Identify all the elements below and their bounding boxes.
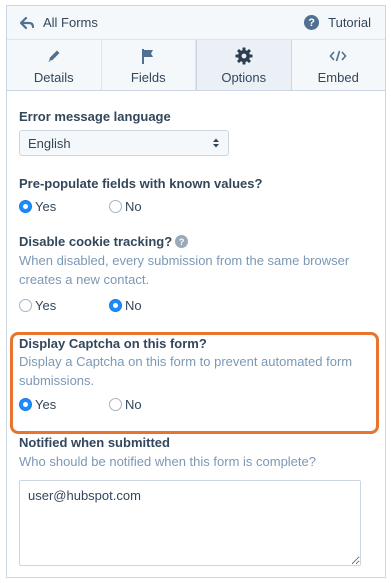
tab-fields-label: Fields	[130, 70, 166, 85]
prepopulate-field: Pre-populate fields with known values? Y…	[19, 176, 373, 214]
tutorial-label: Tutorial	[328, 15, 371, 30]
cookie-yes-label: Yes	[35, 298, 57, 313]
error-language-field: Error message language English	[19, 109, 373, 156]
radio-checked-icon	[19, 398, 32, 411]
captcha-description: Display a Captcha on this form to preven…	[19, 354, 353, 388]
cookie-tracking-label: Disable cookie tracking?	[19, 234, 173, 249]
tab-bar: Details Fields Options Embed	[7, 40, 385, 91]
tab-details-label: Details	[33, 70, 74, 85]
radio-checked-icon	[109, 299, 122, 312]
tab-options[interactable]: Options	[196, 40, 292, 90]
cookie-tracking-label-row: Disable cookie tracking? ?	[19, 234, 373, 249]
notified-description: Who should be notified when this form is…	[19, 454, 316, 469]
notified-recipients-textarea[interactable]: user@hubspot.com	[19, 480, 361, 566]
all-forms-back-link[interactable]: All Forms	[19, 15, 98, 30]
prepopulate-radio-group: Yes No	[19, 199, 373, 214]
flag-icon	[139, 47, 157, 65]
radio-unchecked-icon	[109, 398, 122, 411]
cookie-yes-radio[interactable]: Yes	[19, 298, 109, 313]
prepopulate-no-label: No	[125, 199, 142, 214]
panel-header: All Forms ? Tutorial	[7, 6, 385, 40]
cookie-no-label: No	[125, 298, 142, 313]
tab-embed[interactable]: Embed	[292, 40, 386, 90]
error-language-label: Error message language	[19, 109, 171, 124]
captcha-no-label: No	[125, 397, 142, 412]
radio-unchecked-icon	[19, 299, 32, 312]
captcha-field: Display Captcha on this form? Display a …	[19, 336, 373, 412]
cookie-no-radio[interactable]: No	[109, 298, 142, 313]
cookie-tracking-field: Disable cookie tracking? ? When disabled…	[19, 234, 373, 313]
prepopulate-label: Pre-populate fields with known values?	[19, 176, 263, 191]
options-content: Error message language English Pre-popul…	[7, 109, 385, 566]
tab-embed-label: Embed	[317, 70, 359, 85]
cookie-tracking-description: When disabled, every submission from the…	[19, 253, 350, 287]
captcha-no-radio[interactable]: No	[109, 397, 142, 412]
radio-checked-icon	[19, 200, 32, 213]
prepopulate-no-radio[interactable]: No	[109, 199, 142, 214]
captcha-yes-label: Yes	[35, 397, 57, 412]
all-forms-label: All Forms	[43, 15, 98, 30]
captcha-yes-radio[interactable]: Yes	[19, 397, 109, 412]
gear-icon	[235, 47, 253, 65]
tab-options-label: Options	[221, 70, 267, 85]
help-circle-icon: ?	[304, 15, 320, 30]
back-arrow-icon	[19, 16, 35, 29]
captcha-label: Display Captcha on this form?	[19, 336, 207, 351]
pencil-icon	[45, 47, 63, 65]
radio-unchecked-icon	[109, 200, 122, 213]
help-icon[interactable]: ?	[175, 235, 189, 248]
notified-label: Notified when submitted	[19, 435, 170, 450]
tab-fields[interactable]: Fields	[102, 40, 196, 90]
cookie-tracking-radio-group: Yes No	[19, 298, 373, 313]
code-icon	[329, 47, 347, 65]
error-language-select[interactable]: English	[19, 130, 229, 156]
form-options-panel: All Forms ? Tutorial Details Fields Opti…	[6, 5, 386, 578]
tutorial-link[interactable]: ? Tutorial	[304, 15, 371, 30]
prepopulate-yes-label: Yes	[35, 199, 57, 214]
notified-field: Notified when submitted Who should be no…	[19, 435, 373, 566]
select-arrows-icon	[213, 138, 219, 148]
captcha-radio-group: Yes No	[19, 397, 373, 412]
error-language-value: English	[28, 135, 71, 151]
tab-details[interactable]: Details	[7, 40, 102, 90]
prepopulate-yes-radio[interactable]: Yes	[19, 199, 109, 214]
